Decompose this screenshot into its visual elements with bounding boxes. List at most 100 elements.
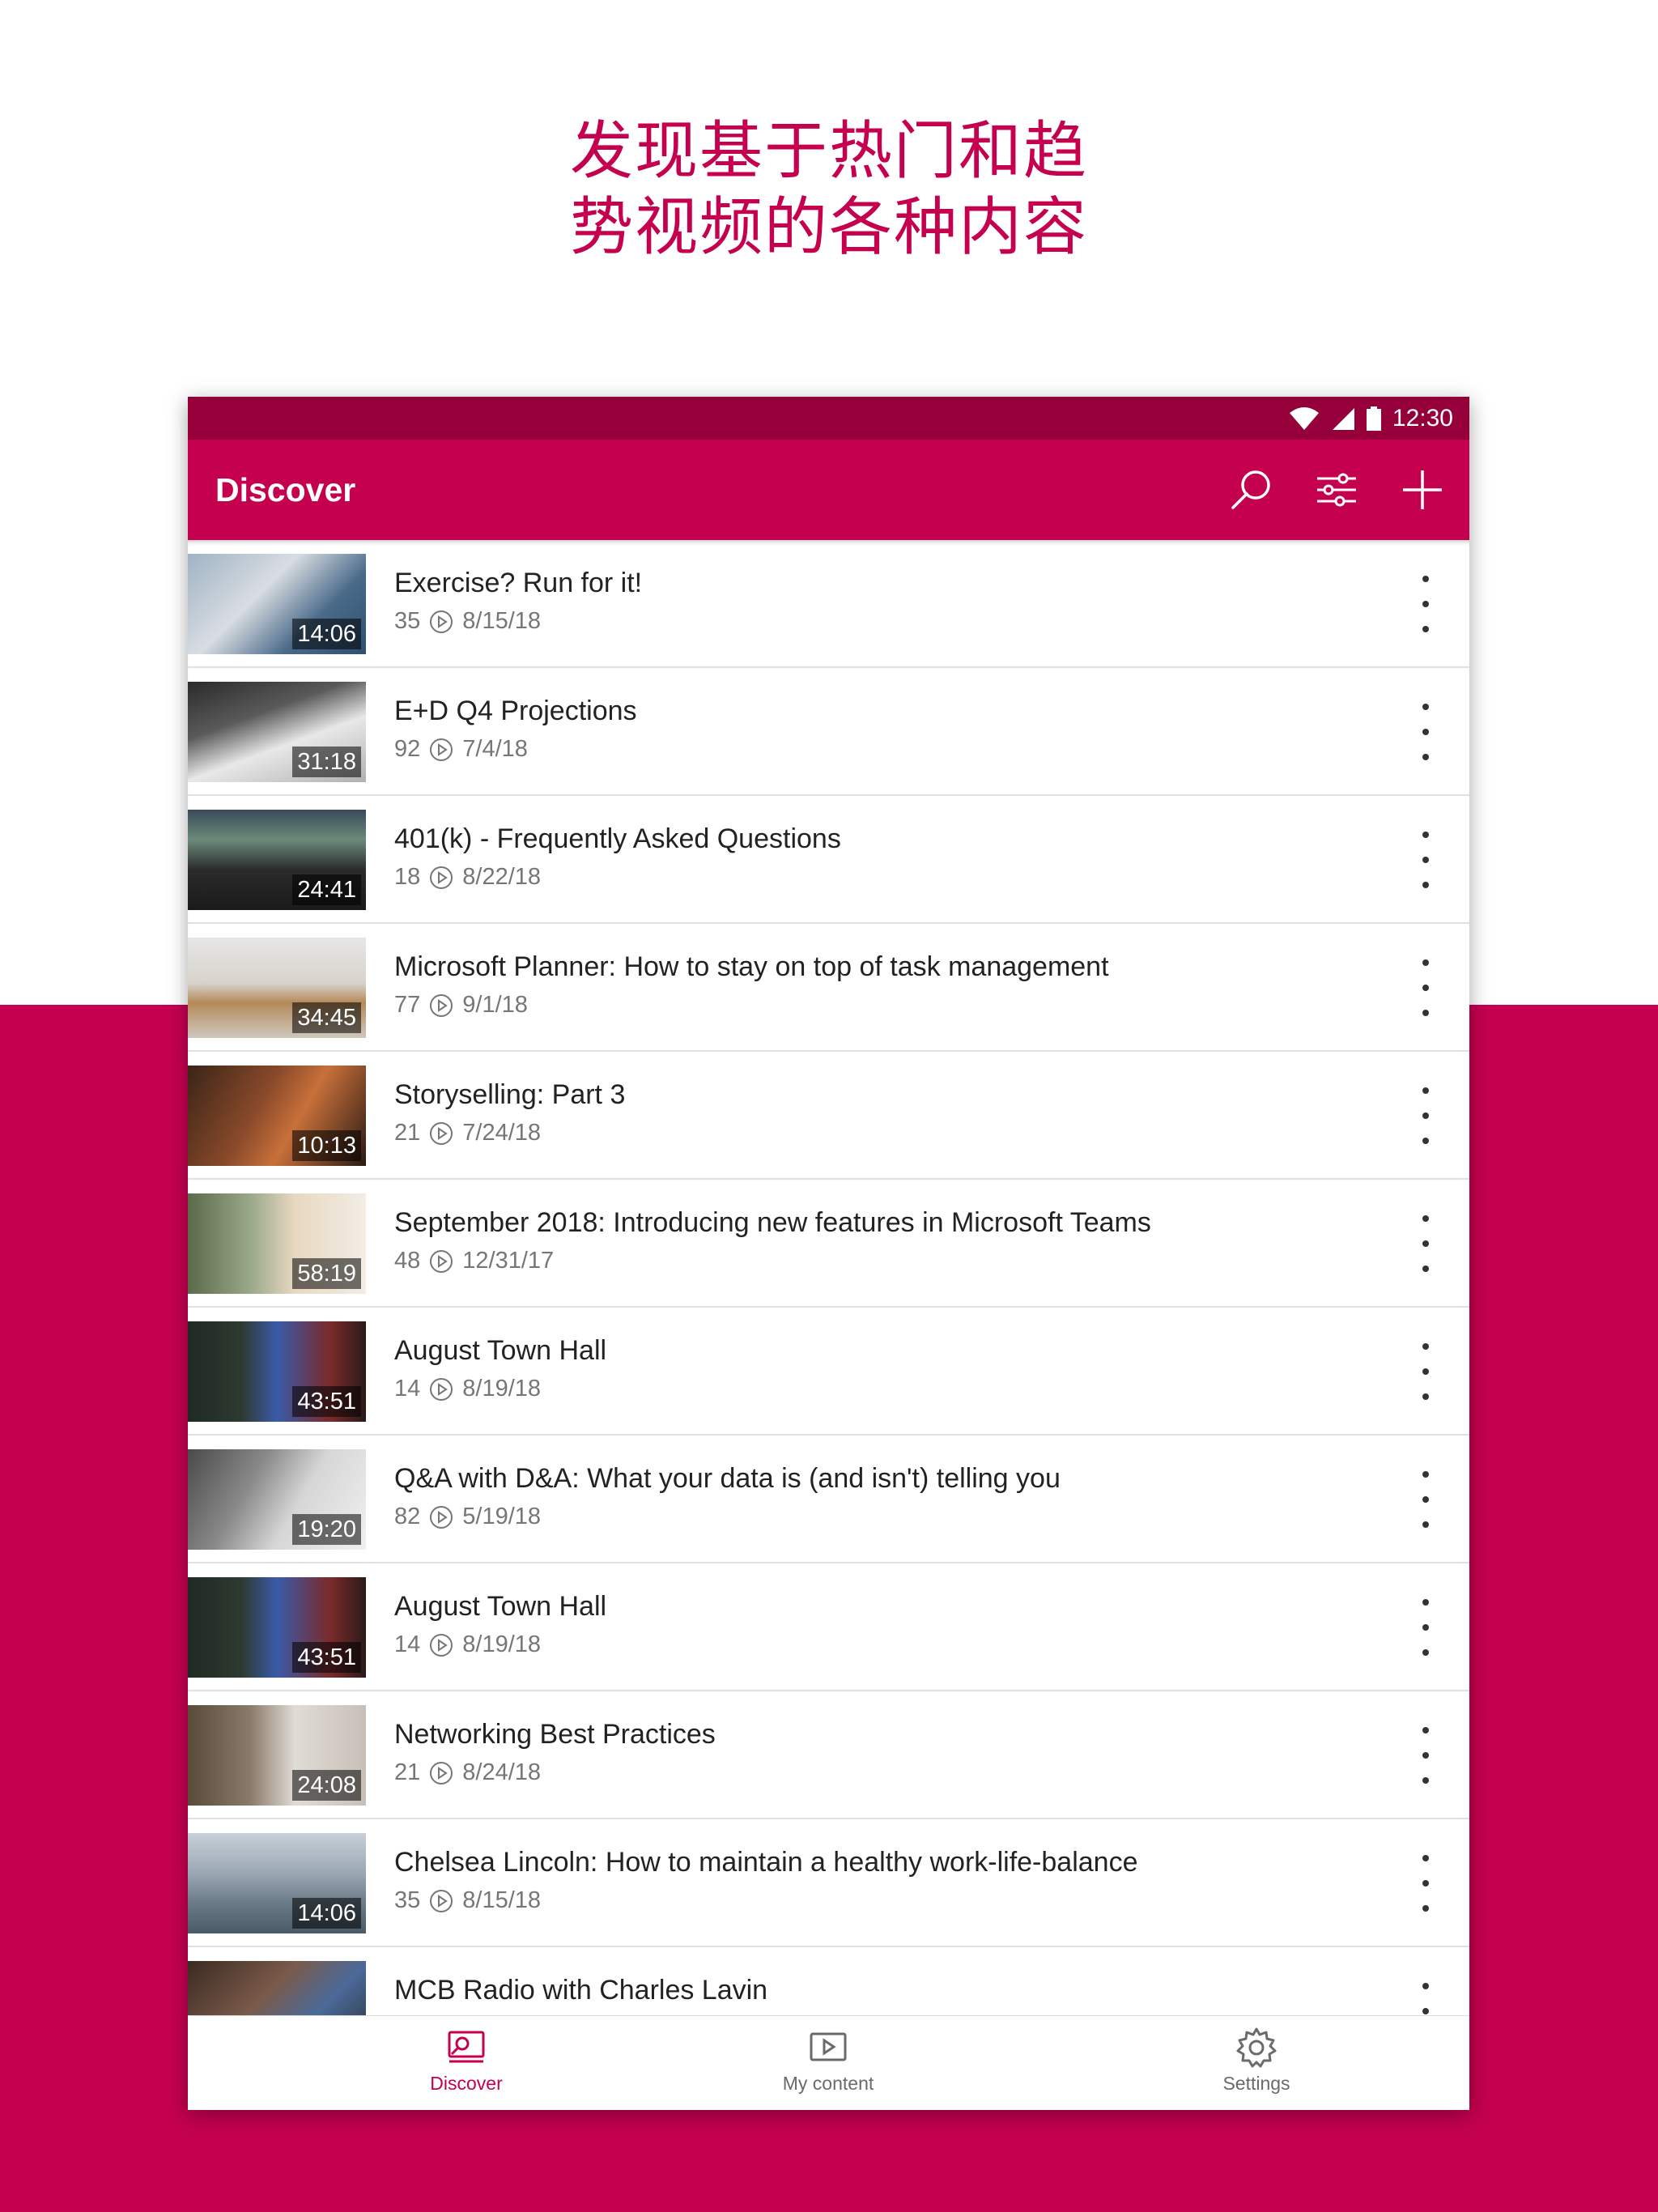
nav-my-content-label: My content xyxy=(782,2073,874,2094)
more-vertical-icon xyxy=(1422,1983,1429,1989)
more-options-button[interactable] xyxy=(1409,1855,1442,1912)
more-options-button[interactable] xyxy=(1409,1471,1442,1528)
view-count: 21 xyxy=(394,1759,421,1785)
video-library-icon xyxy=(810,2032,847,2061)
more-options-button[interactable] xyxy=(1409,1983,1442,2015)
video-row[interactable]: 10:13 Storyselling: Part 3 21 7/24/18 xyxy=(188,1052,1469,1180)
status-time: 12:30 xyxy=(1392,404,1453,432)
more-vertical-icon xyxy=(1422,1599,1429,1606)
video-thumbnail: 19:20 xyxy=(188,1449,366,1550)
more-options-button[interactable] xyxy=(1409,704,1442,760)
video-row[interactable]: MCB Radio with Charles Lavin xyxy=(188,1947,1469,2015)
video-row[interactable]: 31:18 E+D Q4 Projections 92 7/4/18 xyxy=(188,668,1469,796)
more-vertical-icon xyxy=(1422,959,1429,966)
video-row[interactable]: 34:45 Microsoft Planner: How to stay on … xyxy=(188,924,1469,1052)
video-meta: 92 7/4/18 xyxy=(394,736,528,763)
more-vertical-icon xyxy=(1422,832,1429,838)
play-circle-icon xyxy=(430,1121,453,1145)
video-row[interactable]: 14:06 Exercise? Run for it! 35 8/15/18 xyxy=(188,540,1469,668)
video-meta: 21 8/24/18 xyxy=(394,1759,541,1786)
video-list: 14:06 Exercise? Run for it! 35 8/15/18 3… xyxy=(188,540,1469,2015)
video-date: 12/31/17 xyxy=(462,1248,555,1274)
video-date: 7/4/18 xyxy=(462,736,528,762)
more-options-button[interactable] xyxy=(1409,1343,1442,1400)
video-title: Chelsea Lincoln: How to maintain a healt… xyxy=(394,1847,1138,1878)
view-count: 82 xyxy=(394,1504,421,1529)
video-meta: 82 5/19/18 xyxy=(394,1504,541,1530)
play-circle-icon xyxy=(430,866,453,889)
video-duration: 10:13 xyxy=(292,1130,361,1161)
video-row[interactable]: 24:41 401(k) - Frequently Asked Question… xyxy=(188,796,1469,924)
more-options-button[interactable] xyxy=(1409,832,1442,888)
view-count: 21 xyxy=(394,1120,421,1146)
video-title: Microsoft Planner: How to stay on top of… xyxy=(394,951,1109,982)
video-title: August Town Hall xyxy=(394,1591,607,1622)
nav-my-content[interactable]: My content xyxy=(707,2016,950,2110)
video-title: September 2018: Introducing new features… xyxy=(394,1207,1151,1238)
video-duration: 58:19 xyxy=(292,1258,361,1289)
view-count: 35 xyxy=(394,608,421,634)
more-vertical-icon xyxy=(1422,1087,1429,1094)
more-vertical-icon xyxy=(1422,1343,1429,1350)
search-button[interactable] xyxy=(1226,466,1275,514)
device-screen: 12:30 Discover 14:06 Exercise? Run for i… xyxy=(188,397,1469,2110)
video-row[interactable]: 43:51 August Town Hall 14 8/19/18 xyxy=(188,1563,1469,1691)
video-date: 5/19/18 xyxy=(462,1504,542,1529)
nav-settings[interactable]: Settings xyxy=(1135,2016,1378,2110)
more-vertical-icon xyxy=(1422,1471,1429,1478)
video-meta: 35 8/15/18 xyxy=(394,608,541,635)
video-row[interactable]: 58:19 September 2018: Introducing new fe… xyxy=(188,1180,1469,1308)
video-date: 7/24/18 xyxy=(462,1120,542,1146)
filter-button[interactable] xyxy=(1312,466,1361,514)
play-circle-icon xyxy=(430,1633,453,1657)
video-thumbnail xyxy=(188,1961,366,2015)
video-thumbnail: 14:06 xyxy=(188,1833,366,1933)
more-options-button[interactable] xyxy=(1409,959,1442,1016)
more-options-button[interactable] xyxy=(1409,576,1442,632)
page-title: Discover xyxy=(215,471,356,508)
video-thumbnail: 58:19 xyxy=(188,1193,366,1294)
play-circle-icon xyxy=(430,610,453,633)
more-options-button[interactable] xyxy=(1409,1599,1442,1656)
more-options-button[interactable] xyxy=(1409,1727,1442,1784)
more-vertical-icon xyxy=(1422,1855,1429,1861)
video-duration: 19:20 xyxy=(292,1514,361,1545)
view-count: 18 xyxy=(394,864,421,890)
video-date: 8/22/18 xyxy=(462,864,542,890)
more-vertical-icon xyxy=(1422,1727,1429,1733)
add-button[interactable] xyxy=(1398,466,1447,514)
video-duration: 34:45 xyxy=(292,1002,361,1033)
play-circle-icon xyxy=(430,1249,453,1273)
play-circle-icon xyxy=(430,1377,453,1401)
video-meta: 77 9/1/18 xyxy=(394,992,528,1019)
video-date: 8/15/18 xyxy=(462,1887,542,1913)
wifi-icon xyxy=(1289,406,1319,430)
more-options-button[interactable] xyxy=(1409,1215,1442,1272)
video-date: 8/19/18 xyxy=(462,1376,542,1402)
view-count: 35 xyxy=(394,1887,421,1913)
play-circle-icon xyxy=(430,1505,453,1529)
video-title: Networking Best Practices xyxy=(394,1719,716,1750)
video-meta: 48 12/31/17 xyxy=(394,1248,554,1274)
video-duration: 14:06 xyxy=(292,619,361,649)
bottom-navigation: Discover My content Settings xyxy=(188,2015,1469,2110)
nav-settings-label: Settings xyxy=(1222,2073,1290,2094)
video-thumbnail: 43:51 xyxy=(188,1321,366,1422)
video-meta: 14 8/19/18 xyxy=(394,1376,541,1402)
status-bar: 12:30 xyxy=(188,397,1469,440)
more-options-button[interactable] xyxy=(1409,1087,1442,1144)
video-row[interactable]: 43:51 August Town Hall 14 8/19/18 xyxy=(188,1308,1469,1436)
play-circle-icon xyxy=(430,1761,453,1784)
video-row[interactable]: 19:20 Q&A with D&A: What your data is (a… xyxy=(188,1436,1469,1563)
video-row[interactable]: 14:06 Chelsea Lincoln: How to maintain a… xyxy=(188,1819,1469,1947)
play-circle-icon xyxy=(430,1889,453,1912)
video-title: 401(k) - Frequently Asked Questions xyxy=(394,823,841,854)
cellular-signal-icon xyxy=(1332,407,1354,430)
video-meta: 14 8/19/18 xyxy=(394,1631,541,1658)
video-row[interactable]: 24:08 Networking Best Practices 21 8/24/… xyxy=(188,1691,1469,1819)
more-vertical-icon xyxy=(1422,576,1429,582)
more-vertical-icon xyxy=(1422,704,1429,710)
video-duration: 24:08 xyxy=(292,1770,361,1801)
video-duration: 14:06 xyxy=(292,1898,361,1929)
nav-discover[interactable]: Discover xyxy=(345,2016,588,2110)
